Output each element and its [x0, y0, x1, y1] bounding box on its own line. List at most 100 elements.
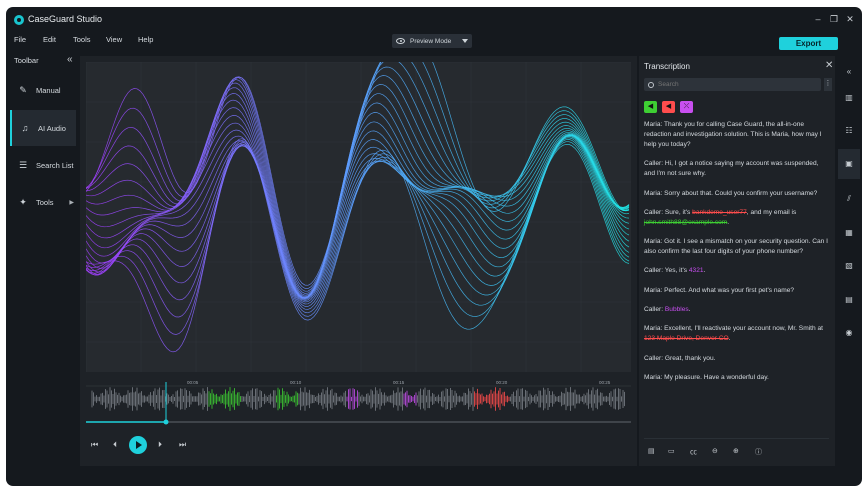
- menu-file[interactable]: File: [14, 35, 26, 44]
- tool-label: AI Audio: [38, 124, 66, 133]
- transcript-line: Caller: Hi, I got a notice saying my acc…: [644, 159, 829, 179]
- transcript-line: Maria: My pleasure. Have a wonderful day…: [644, 373, 829, 383]
- tool-tools[interactable]: ✦ Tools ▶: [10, 184, 76, 220]
- search-input[interactable]: [658, 81, 808, 88]
- app-window: CaseGuard Studio – ❐ ✕ File Edit Tools V…: [6, 7, 862, 486]
- zoom-in-icon[interactable]: ⊕: [733, 447, 739, 455]
- audio-timeline[interactable]: 00:05 00:10 00:15 00:20 00:25: [86, 378, 631, 432]
- pages-icon[interactable]: ▥: [843, 92, 855, 104]
- toolbar-panel: Toolbar « ✎ Manual ♫ AI Audio ☰ Search L…: [6, 54, 78, 486]
- progress-handle: [164, 420, 169, 425]
- app-logo-icon: [14, 15, 24, 25]
- timeline-tick-label: 00:15: [393, 380, 405, 385]
- timeline-tick-label: 00:20: [496, 380, 508, 385]
- maximize-icon[interactable]: ❐: [828, 13, 840, 25]
- title-bar: CaseGuard Studio – ❐ ✕: [6, 7, 862, 32]
- play-button[interactable]: [129, 436, 147, 454]
- search-icon: [648, 82, 654, 88]
- checklist-icon[interactable]: ☷: [843, 125, 855, 137]
- media-viewer: 00:05 00:10 00:15 00:20 00:25 ⏮ ⏴ ⏵ ⏭: [80, 56, 637, 466]
- redacted-text[interactable]: 123 Maple Drive, Denver CO: [644, 335, 729, 342]
- step-back-icon[interactable]: ⏴: [113, 440, 117, 450]
- list-icon: ☰: [18, 160, 28, 170]
- grid-lines: [86, 62, 631, 372]
- menu-view[interactable]: View: [106, 35, 122, 44]
- speaker-filter-red-icon[interactable]: ◀: [662, 101, 675, 113]
- timeline-tick-label: 00:05: [187, 380, 199, 385]
- transcript-line: Caller: Bubbles.: [644, 305, 829, 315]
- app-title: CaseGuard Studio: [28, 14, 102, 24]
- toolbar-title: Toolbar: [14, 56, 39, 65]
- timeline-tick-label: 00:25: [599, 380, 611, 385]
- collapse-left-icon[interactable]: «: [67, 54, 73, 65]
- speaker-filter-green-icon[interactable]: ◀: [644, 101, 657, 113]
- redacted-text[interactable]: bankdeme_user77: [692, 209, 747, 216]
- preview-mode-label: Preview Mode: [410, 38, 451, 45]
- transcription-search: [644, 78, 821, 91]
- wave-line: [86, 62, 629, 285]
- close-window-icon[interactable]: ✕: [844, 13, 856, 25]
- chevron-down-icon: [462, 39, 468, 43]
- expand-right-icon[interactable]: «: [843, 66, 855, 78]
- transcript-line: Caller: Great, thank you.: [644, 354, 829, 364]
- transcript-line: Caller: Yes, it's 4321.: [644, 266, 829, 276]
- file-settings-icon[interactable]: ▧: [843, 260, 855, 272]
- visibility-icon[interactable]: ◉: [843, 327, 855, 339]
- tool-ai-audio[interactable]: ♫ AI Audio: [10, 110, 76, 146]
- tool-label: Tools: [36, 198, 54, 207]
- wave-line: [86, 62, 629, 294]
- headset-icon: ♫: [20, 123, 30, 133]
- transcript-line: Maria: Thank you for calling Case Guard,…: [644, 120, 829, 150]
- menu-tools[interactable]: Tools: [73, 35, 91, 44]
- transcript-line: Maria: Excellent, I'll reactivate your a…: [644, 324, 829, 344]
- audio-visualization: [86, 62, 631, 372]
- analytics-icon[interactable]: ⫽: [843, 193, 855, 205]
- menu-edit[interactable]: Edit: [43, 35, 56, 44]
- wave-line: [86, 103, 629, 298]
- skip-end-icon[interactable]: ⏭: [179, 440, 186, 450]
- waveform-visual: [86, 62, 631, 372]
- skip-start-icon[interactable]: ⏮: [91, 440, 98, 450]
- more-options-icon[interactable]: ⋮: [824, 78, 832, 91]
- wave-line: [86, 139, 629, 352]
- tool-manual[interactable]: ✎ Manual: [10, 72, 76, 108]
- tool-label: Manual: [36, 86, 61, 95]
- info-icon[interactable]: ⓘ: [755, 447, 762, 457]
- transcript-line: Maria: Perfect. And what was your first …: [644, 286, 829, 296]
- redacted-text[interactable]: john.smith88@example.com: [644, 219, 727, 226]
- wave-line: [86, 113, 629, 299]
- transcript-line: Maria: Sorry about that. Could you confi…: [644, 189, 829, 199]
- timeline-tick-label: 00:10: [290, 380, 302, 385]
- playback-controls: ⏮ ⏴ ⏵ ⏭: [86, 434, 286, 460]
- export-button[interactable]: Export: [779, 37, 838, 50]
- redact-icon[interactable]: ▭: [668, 447, 675, 455]
- transcription-panel: Transcription ✕ ⋮ ◀ ◀ ⤫ Maria: Thank you…: [639, 56, 835, 466]
- minimize-icon[interactable]: –: [812, 13, 824, 25]
- wrench-icon: ✦: [18, 197, 28, 207]
- timeline-waveform: 00:05 00:10 00:15 00:20 00:25: [86, 378, 631, 432]
- speaker-filter-purple-icon[interactable]: ⤫: [680, 101, 693, 113]
- transcript-line: Maria: Got it. I see a mismatch on your …: [644, 237, 829, 257]
- report-icon[interactable]: ▤: [843, 294, 855, 306]
- zoom-out-icon[interactable]: ⊖: [712, 447, 718, 455]
- tool-search-list[interactable]: ☰ Search List: [10, 147, 76, 183]
- step-forward-icon[interactable]: ⏵: [158, 440, 162, 450]
- audio-file-icon[interactable]: ▤: [648, 447, 655, 455]
- transcript-lines: Maria: Thank you for calling Case Guard,…: [644, 120, 829, 392]
- right-rail: « ▥ ☷ ▣ ⫽ ▦ ▧ ▤ ◉: [837, 56, 862, 476]
- redacted-text[interactable]: Bubbles: [665, 306, 689, 313]
- transcription-footer: ▤ ▭ ㏄ ⊖ ⊕ ⓘ: [644, 438, 829, 462]
- id-card-icon[interactable]: ▦: [843, 227, 855, 239]
- redacted-text[interactable]: 4321: [689, 267, 704, 274]
- close-icon[interactable]: ✕: [825, 60, 833, 71]
- transcript-line: Caller: Sure, it's bankdeme_user77, and …: [644, 208, 829, 228]
- captions-icon[interactable]: ㏄: [690, 447, 697, 457]
- menu-help[interactable]: Help: [138, 35, 153, 44]
- eye-icon: [396, 38, 405, 44]
- transcription-title: Transcription: [644, 62, 690, 71]
- transcript-doc-icon[interactable]: ▣: [838, 149, 860, 179]
- chevron-right-icon: ▶: [69, 199, 74, 206]
- preview-mode-dropdown[interactable]: Preview Mode: [392, 34, 472, 48]
- tool-label: Search List: [36, 161, 74, 170]
- manual-icon: ✎: [18, 85, 28, 95]
